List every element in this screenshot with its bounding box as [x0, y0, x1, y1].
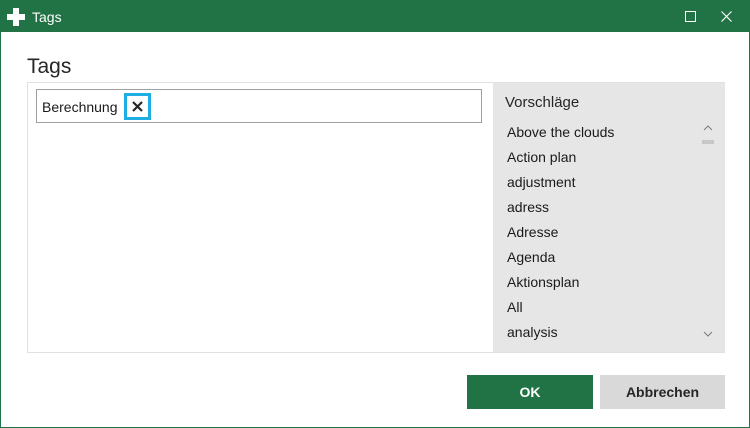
- maximize-icon: [684, 11, 696, 22]
- suggestion-item[interactable]: adjustment: [507, 172, 697, 197]
- suggestions-list: Above the clouds Action plan adjustment …: [507, 122, 697, 347]
- close-icon: [720, 11, 732, 22]
- suggestion-item[interactable]: Above the clouds: [507, 122, 697, 147]
- suggestion-item[interactable]: Agenda: [507, 247, 697, 272]
- tags-dialog: Tags Tags Berechnung Vorschläge Above th…: [0, 0, 750, 428]
- tags-panel: Berechnung Vorschläge Above the clouds A…: [27, 82, 725, 353]
- suggestion-item[interactable]: Aktionsplan: [507, 272, 697, 297]
- app-logo-icon: [7, 8, 25, 26]
- suggestions-title: Vorschläge: [505, 94, 580, 111]
- cancel-button[interactable]: Abbrechen: [600, 375, 725, 409]
- suggestion-item[interactable]: adress: [507, 197, 697, 222]
- ok-button[interactable]: OK: [467, 375, 593, 409]
- suggestion-item[interactable]: Action plan: [507, 147, 697, 172]
- tag-input-field[interactable]: Berechnung: [36, 89, 482, 123]
- suggestion-item[interactable]: analysis: [507, 322, 697, 347]
- remove-tag-button[interactable]: [124, 93, 151, 120]
- suggestion-item[interactable]: All: [507, 297, 697, 322]
- scroll-down-chevron-icon[interactable]: [702, 329, 714, 339]
- suggestions-pane: Vorschläge Above the clouds Action plan …: [493, 83, 725, 352]
- remove-x-icon: [132, 101, 143, 112]
- scrollbar-thumb[interactable]: [702, 140, 714, 144]
- title-bar: Tags: [1, 1, 749, 32]
- scroll-up-chevron-icon[interactable]: [702, 123, 714, 133]
- page-title: Tags: [27, 55, 72, 78]
- window-title: Tags: [32, 9, 62, 25]
- close-button[interactable]: [703, 1, 749, 32]
- tag-chip-label: Berechnung: [42, 99, 118, 115]
- suggestion-item[interactable]: Adresse: [507, 222, 697, 247]
